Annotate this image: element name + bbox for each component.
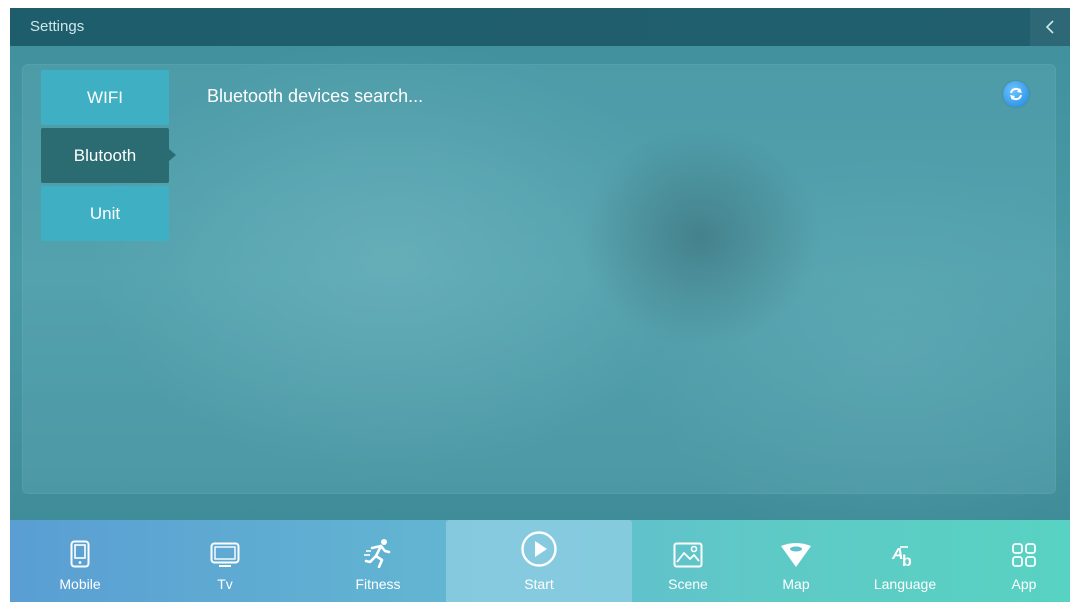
dock-item-fitness[interactable]: Fitness [348, 520, 408, 602]
language-icon: A b [891, 546, 912, 568]
dock-item-label: App [1011, 576, 1037, 592]
menu-item-label: WIFI [87, 87, 123, 107]
refresh-icon [1010, 87, 1022, 101]
menu-item-wifi[interactable]: WIFI [41, 70, 169, 125]
dock-item-label: Map [782, 576, 810, 592]
dock-item-map[interactable]: Map [766, 520, 826, 602]
refresh-button[interactable] [1003, 81, 1029, 107]
dock-item-tv[interactable]: Tv [195, 520, 255, 602]
menu-item-label: Blutooth [73, 145, 137, 165]
chevron-left-icon [1045, 20, 1054, 34]
back-button[interactable] [1030, 8, 1070, 46]
dock-item-label: Tv [217, 576, 233, 592]
content-panel [22, 64, 1056, 494]
runner-icon [364, 539, 391, 568]
dock-item-label: Fitness [355, 576, 401, 592]
image-icon [673, 542, 703, 568]
menu-item-label: Unit [89, 203, 121, 223]
menu-item-unit[interactable]: Unit [41, 186, 169, 241]
tv-icon [210, 542, 240, 567]
apps-grid-icon [1012, 543, 1036, 567]
tablet-icon [70, 540, 90, 568]
page-title: Settings [30, 18, 85, 35]
dock-item-language[interactable]: A b Language [865, 520, 945, 602]
bluetooth-status-text: Bluetooth devices search... [207, 86, 424, 106]
map-pin-icon [781, 543, 811, 567]
dock-item-label: Language [873, 576, 937, 592]
dock-item-app[interactable]: App [994, 520, 1054, 602]
menu-item-bluetooth[interactable]: Blutooth [41, 128, 176, 183]
dock-item-label: Start [524, 576, 554, 592]
play-circle-icon [521, 531, 557, 567]
dock-item-start[interactable]: Start [446, 520, 632, 602]
settings-menu: WIFI Blutooth Unit [41, 70, 176, 244]
title-bar: Settings [10, 8, 1070, 46]
dock-item-scene[interactable]: Scene [658, 520, 718, 602]
dock-item-label: Mobile [59, 576, 101, 592]
settings-screen: Settings WIFI Blutooth Unit Bluetooth de… [10, 8, 1070, 602]
bottom-dock: Mobile Tv Fitness Start Scene Map A b La… [10, 520, 1070, 602]
dock-item-mobile[interactable]: Mobile [50, 520, 110, 602]
dock-item-label: Scene [668, 576, 708, 592]
svg-text:b: b [902, 553, 912, 568]
